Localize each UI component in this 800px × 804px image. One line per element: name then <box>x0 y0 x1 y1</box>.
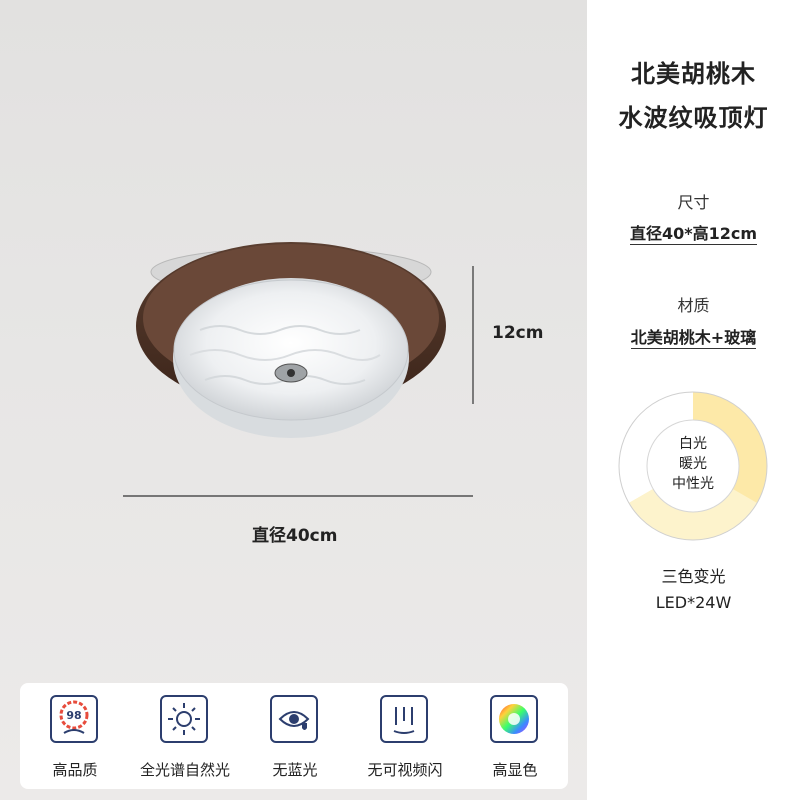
diameter-dimension: 直径40cm <box>252 526 338 546</box>
feature-bar: 98 高品质 全光谱自然光 无蓝光 无可视频闪 高显色 <box>20 683 568 789</box>
eye-shield-icon <box>270 695 318 743</box>
feature-label: 全光谱自然光 <box>139 761 230 779</box>
product-title-line1: 北美胡桃木 <box>631 60 756 88</box>
mode-white: 白光 <box>679 436 707 452</box>
quality-98-icon: 98 <box>50 695 98 743</box>
product-title-line2: 水波纹吸顶灯 <box>618 104 769 132</box>
height-dimension: 12cm <box>492 323 544 343</box>
feature-label: 高显色 <box>492 761 538 779</box>
flicker-icon <box>380 695 428 743</box>
material-value: 北美胡桃木+玻璃 <box>630 328 757 349</box>
color-wheel-icon <box>490 695 538 743</box>
feature-label: 无蓝光 <box>272 761 318 779</box>
light-mode-caption: 三色变光 <box>661 567 726 586</box>
feature-label: 无可视频闪 <box>367 761 443 779</box>
mode-warm: 暖光 <box>679 456 707 472</box>
product-photo <box>0 0 587 800</box>
mode-neutral: 中性光 <box>672 476 714 492</box>
ceiling-lamp-illustration <box>123 242 474 497</box>
sun-icon <box>160 695 208 743</box>
quality-badge: 98 <box>66 709 81 722</box>
light-mode-ring: 白光 暖光 中性光 <box>617 390 769 542</box>
size-value: 直径40*高12cm <box>629 224 758 245</box>
material-label: 材质 <box>677 296 710 315</box>
power-spec: LED*24W <box>655 593 732 612</box>
feature-label: 高品质 <box>52 761 98 779</box>
size-label: 尺寸 <box>677 193 710 212</box>
